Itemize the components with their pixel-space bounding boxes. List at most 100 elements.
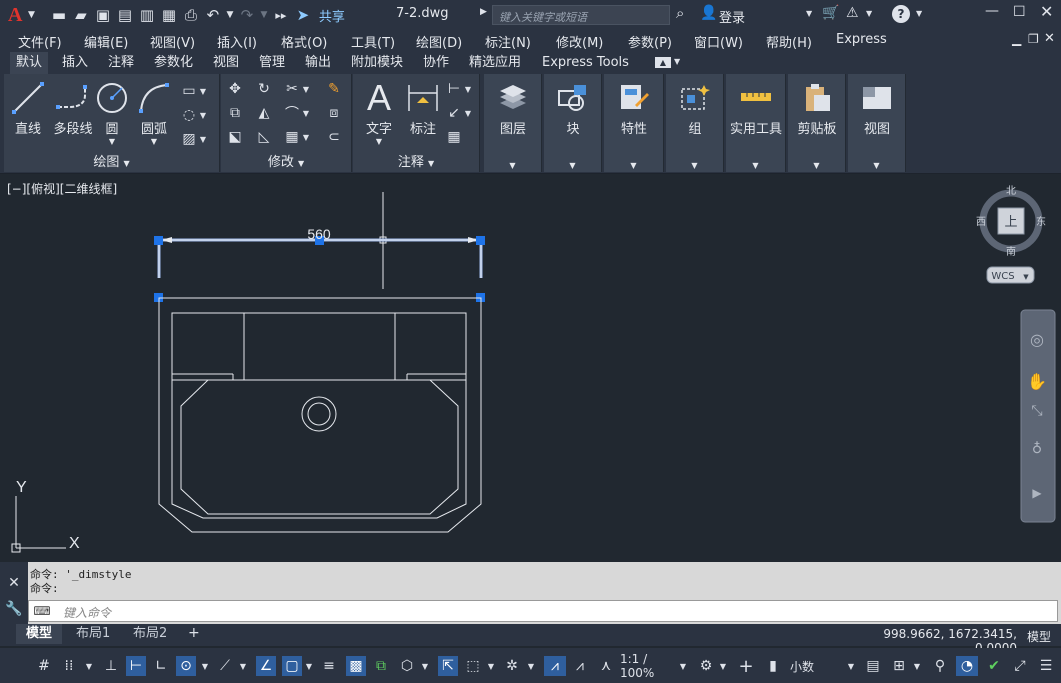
autodesk-dropdown-icon[interactable]: ▼ <box>866 10 872 18</box>
open-web-icon[interactable]: ▥ <box>137 4 157 26</box>
block-dropdown-icon[interactable]: ▼ <box>544 161 601 170</box>
redo-icon[interactable]: ↷ <box>237 4 257 26</box>
isodraft-icon[interactable]: ⟋ <box>216 656 234 676</box>
annotation-panel-label[interactable]: 注释 ▼ <box>353 151 479 170</box>
command-prompt-icon[interactable]: ⌨ <box>33 602 51 620</box>
utilities-panel[interactable]: 实用工具 ▼ <box>726 74 786 172</box>
coordinate-display[interactable]: 998.9662, 1672.3415, 0.0000 <box>843 627 1023 655</box>
menu-view[interactable]: 视图(V) <box>150 32 195 51</box>
lock-ui-dropdown-icon[interactable]: ▼ <box>912 656 922 676</box>
transparency-icon[interactable]: ▩ <box>346 656 366 676</box>
maximize-icon[interactable]: ☐ <box>1013 5 1026 19</box>
selection-filter-icon[interactable]: ⬚ <box>464 656 482 676</box>
dimension-button[interactable]: 标注 <box>403 78 443 137</box>
annotation-visibility-icon[interactable]: ⩘ <box>544 656 566 676</box>
utilities-dropdown-icon[interactable]: ▼ <box>726 161 785 170</box>
share-icon[interactable]: ➤ <box>293 4 313 26</box>
sink-drawing[interactable] <box>158 297 482 533</box>
text-dropdown-icon[interactable]: ▼ <box>359 137 399 146</box>
auto-scale-icon[interactable]: ⩘ <box>570 656 590 676</box>
leader-icon[interactable]: ↙ <box>445 104 463 122</box>
tab-layout2[interactable]: 布局2 <box>123 624 177 644</box>
tab-insert[interactable]: 插入 <box>56 52 94 74</box>
modify-panel-label[interactable]: 修改 ▼ <box>221 151 351 170</box>
showmotion-icon[interactable]: ▶ <box>1028 484 1046 502</box>
units-dropdown-icon[interactable]: ▼ <box>846 656 856 676</box>
selection-cycling-icon[interactable]: ⧉ <box>372 656 390 676</box>
scale-icon[interactable]: ◺ <box>255 128 273 146</box>
doc-restore-icon[interactable]: ❐ <box>1028 33 1039 45</box>
object-snap-icon[interactable]: ▢ <box>282 656 302 676</box>
tab-default[interactable]: 默认 <box>10 52 49 74</box>
autodesk-icon[interactable]: ⚠ <box>846 6 859 20</box>
linear-dim-icon[interactable]: ⊢ <box>445 80 463 98</box>
line-button[interactable]: 直线 <box>8 78 48 137</box>
object-snap-dropdown-icon[interactable]: ▼ <box>304 656 314 676</box>
workspace-icon[interactable]: ⚙ <box>696 656 716 676</box>
tab-addins[interactable]: 附加模块 <box>345 52 409 74</box>
menu-edit[interactable]: 编辑(E) <box>84 32 128 51</box>
circle-dropdown-icon[interactable]: ▼ <box>92 137 132 146</box>
stretch-icon[interactable]: ⬕ <box>226 128 244 146</box>
snap-dropdown-icon[interactable]: ▼ <box>84 656 94 676</box>
trim-dropdown-icon[interactable]: ▼ <box>301 80 311 98</box>
tab-featured-apps[interactable]: 精选应用 <box>463 52 527 74</box>
rectangle-icon[interactable]: ▭ <box>180 82 198 100</box>
3d-osnap-dropdown-icon[interactable]: ▼ <box>420 656 430 676</box>
compass-east[interactable]: 东 <box>1036 215 1046 228</box>
save-web-icon[interactable]: ▦ <box>159 4 179 26</box>
menu-file[interactable]: 文件(F) <box>18 32 62 51</box>
wcs-label[interactable]: WCS <box>991 271 1014 282</box>
rectangle-dropdown-icon[interactable]: ▼ <box>198 82 208 100</box>
cart-icon[interactable]: 🛒 <box>822 6 839 20</box>
polar-tracking-icon[interactable]: ⊙ <box>176 656 196 676</box>
compass-north[interactable]: 北 <box>1006 185 1016 197</box>
layers-panel[interactable]: 图层 ▼ <box>484 74 542 172</box>
login-dropdown-icon[interactable]: ▼ <box>806 10 812 18</box>
draw-panel-label[interactable]: 绘图 ▼ <box>4 151 219 170</box>
title-expand-icon[interactable]: ▶ <box>480 8 487 17</box>
add-layout-icon[interactable]: + <box>188 626 200 640</box>
view-panel[interactable]: 视图 ▼ <box>848 74 906 172</box>
steering-wheel-icon[interactable]: ◎ <box>1028 330 1046 349</box>
customization-icon[interactable]: ☰ <box>1036 656 1056 676</box>
ortho-icon[interactable]: ∟ <box>152 656 170 676</box>
tab-output[interactable]: 输出 <box>299 52 337 74</box>
arc-button[interactable]: 圆弧 ▼ <box>134 78 174 146</box>
hatch-icon[interactable]: ▨ <box>180 130 198 148</box>
array-dropdown-icon[interactable]: ▼ <box>301 128 311 146</box>
infer-constraints-icon[interactable]: ⊥ <box>102 656 120 676</box>
dimension-560[interactable] <box>154 236 485 302</box>
menu-help[interactable]: 帮助(H) <box>766 32 812 51</box>
app-menu-chevron-icon[interactable]: ▼ <box>28 10 35 20</box>
compass-south[interactable]: 南 <box>1006 245 1016 258</box>
menu-parametric[interactable]: 参数(P) <box>628 32 672 51</box>
groups-panel[interactable]: 组 ▼ <box>666 74 724 172</box>
3d-osnap-icon[interactable]: ⬡ <box>398 656 416 676</box>
selection-filter-dropdown-icon[interactable]: ▼ <box>486 656 496 676</box>
linear-dim-dropdown-icon[interactable]: ▼ <box>463 80 473 98</box>
gizmo-icon[interactable]: ✲ <box>502 656 522 676</box>
command-close-icon[interactable]: ✕ <box>5 574 23 592</box>
new-icon[interactable]: ▬ <box>49 4 69 26</box>
block-panel[interactable]: 块 ▼ <box>544 74 602 172</box>
search-icon[interactable]: ⌕ <box>676 6 684 21</box>
ribbon-minimize-icon[interactable]: ▲ <box>655 57 671 68</box>
share-button[interactable]: 共享 <box>319 6 345 25</box>
clipboard-panel[interactable]: 剪贴板 ▼ <box>788 74 846 172</box>
pan-icon[interactable]: ✋ <box>1027 372 1047 391</box>
zoom-extents-icon[interactable]: ⤡ <box>1028 402 1046 420</box>
minimize-icon[interactable]: — <box>985 4 999 18</box>
properties-dropdown-icon[interactable]: ▼ <box>604 161 663 170</box>
isolate-objects-icon[interactable]: ⚲ <box>930 656 950 676</box>
circle-button[interactable]: 圆 ▼ <box>92 78 132 146</box>
autocad-logo-icon[interactable]: A <box>0 2 42 28</box>
explode-icon[interactable]: ⧈ <box>325 104 343 122</box>
tab-manage[interactable]: 管理 <box>253 52 291 74</box>
gizmo-dropdown-icon[interactable]: ▼ <box>526 656 536 676</box>
rotate-icon[interactable]: ↻ <box>255 80 273 98</box>
ellipse-icon[interactable]: ◌ <box>180 106 198 124</box>
save-icon[interactable]: ▣ <box>93 4 113 26</box>
model-space-button[interactable]: 模型 <box>1027 628 1051 645</box>
erase-icon[interactable]: ✎ <box>325 80 343 98</box>
